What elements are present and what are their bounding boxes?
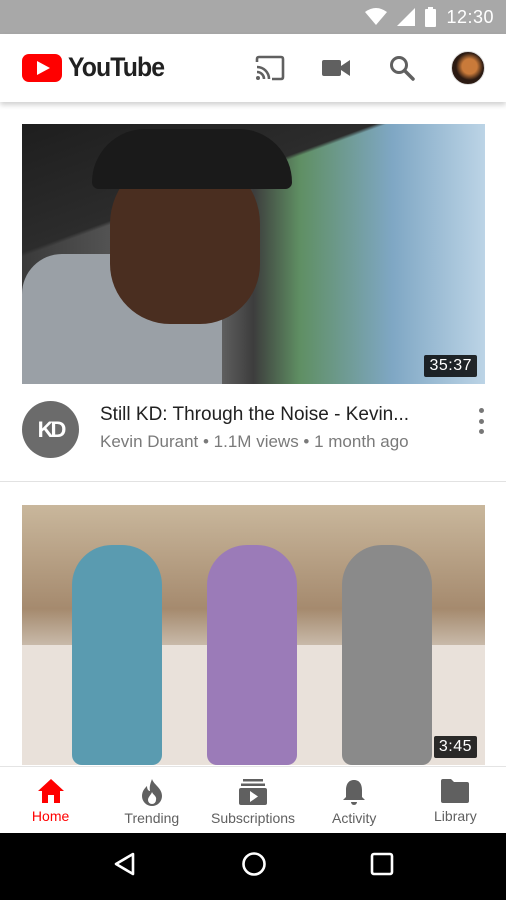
home-feed[interactable]: 35:37 KD Still KD: Through the Noise - K…	[0, 102, 506, 766]
status-icons: 12:30	[365, 0, 494, 34]
video-thumbnail[interactable]: 3:45	[22, 505, 485, 765]
play-logo-icon	[22, 53, 62, 82]
youtube-logo[interactable]: YouTube	[22, 52, 172, 83]
flame-icon	[141, 779, 162, 806]
nav-label: Library	[434, 808, 477, 824]
home-circle-icon	[242, 852, 266, 876]
video-meta[interactable]: KD Still KD: Through the Noise - Kevin..…	[0, 384, 506, 482]
duration-badge: 35:37	[424, 355, 477, 377]
cast-button[interactable]	[250, 48, 290, 88]
recents-icon	[371, 852, 394, 876]
bell-icon	[343, 780, 366, 805]
video-subtitle: Kevin Durant • 1.1M views • 1 month ago	[100, 432, 409, 451]
account-avatar	[451, 51, 485, 85]
thumbnail-figure	[207, 545, 297, 765]
nav-label: Subscriptions	[210, 810, 296, 826]
thumbnail-figure	[92, 129, 292, 189]
more-options-button[interactable]	[478, 408, 484, 434]
nav-label: Trending	[124, 810, 180, 826]
nav-home[interactable]: Home	[0, 767, 101, 833]
folder-icon	[441, 779, 470, 803]
search-button[interactable]	[382, 48, 422, 88]
video-title[interactable]: Still KD: Through the Noise - Kevin...	[100, 404, 450, 426]
video-thumbnail[interactable]: 35:37	[22, 124, 485, 384]
system-navigation-bar	[0, 833, 506, 900]
nav-label: Home	[31, 808, 70, 824]
header-actions	[224, 48, 488, 88]
app-header: YouTube	[0, 34, 506, 102]
nav-library[interactable]: Library	[405, 767, 506, 833]
upload-video-button[interactable]	[316, 48, 356, 88]
cast-icon	[255, 55, 285, 81]
duration-badge: 3:45	[433, 736, 477, 758]
nav-subscriptions[interactable]: Subscriptions	[202, 767, 303, 833]
nav-activity[interactable]: Activity	[304, 767, 405, 833]
nav-trending[interactable]: Trending	[101, 767, 202, 833]
battery-icon	[425, 7, 437, 27]
back-icon	[114, 852, 134, 876]
back-button[interactable]	[112, 851, 138, 882]
search-icon	[390, 56, 415, 81]
video-camera-icon	[322, 60, 350, 76]
channel-avatar[interactable]: KD	[22, 401, 79, 458]
signal-icon	[397, 8, 416, 26]
more-vert-icon	[478, 408, 484, 413]
nav-label: Activity	[332, 810, 377, 826]
clock: 12:30	[446, 6, 494, 27]
recents-button[interactable]	[370, 852, 394, 881]
app-name: YouTube	[68, 52, 165, 82]
thumbnail-figure	[342, 545, 432, 765]
system-home-button[interactable]	[241, 851, 267, 882]
home-icon	[37, 779, 64, 803]
thumbnail-figure	[72, 545, 162, 765]
account-button[interactable]	[448, 48, 488, 88]
divider	[0, 481, 506, 482]
subscriptions-icon	[239, 779, 267, 805]
status-bar: 12:30	[0, 0, 506, 34]
wifi-icon	[365, 8, 388, 25]
bottom-navigation: Home Trending Subscriptions Activity Lib…	[0, 766, 506, 833]
